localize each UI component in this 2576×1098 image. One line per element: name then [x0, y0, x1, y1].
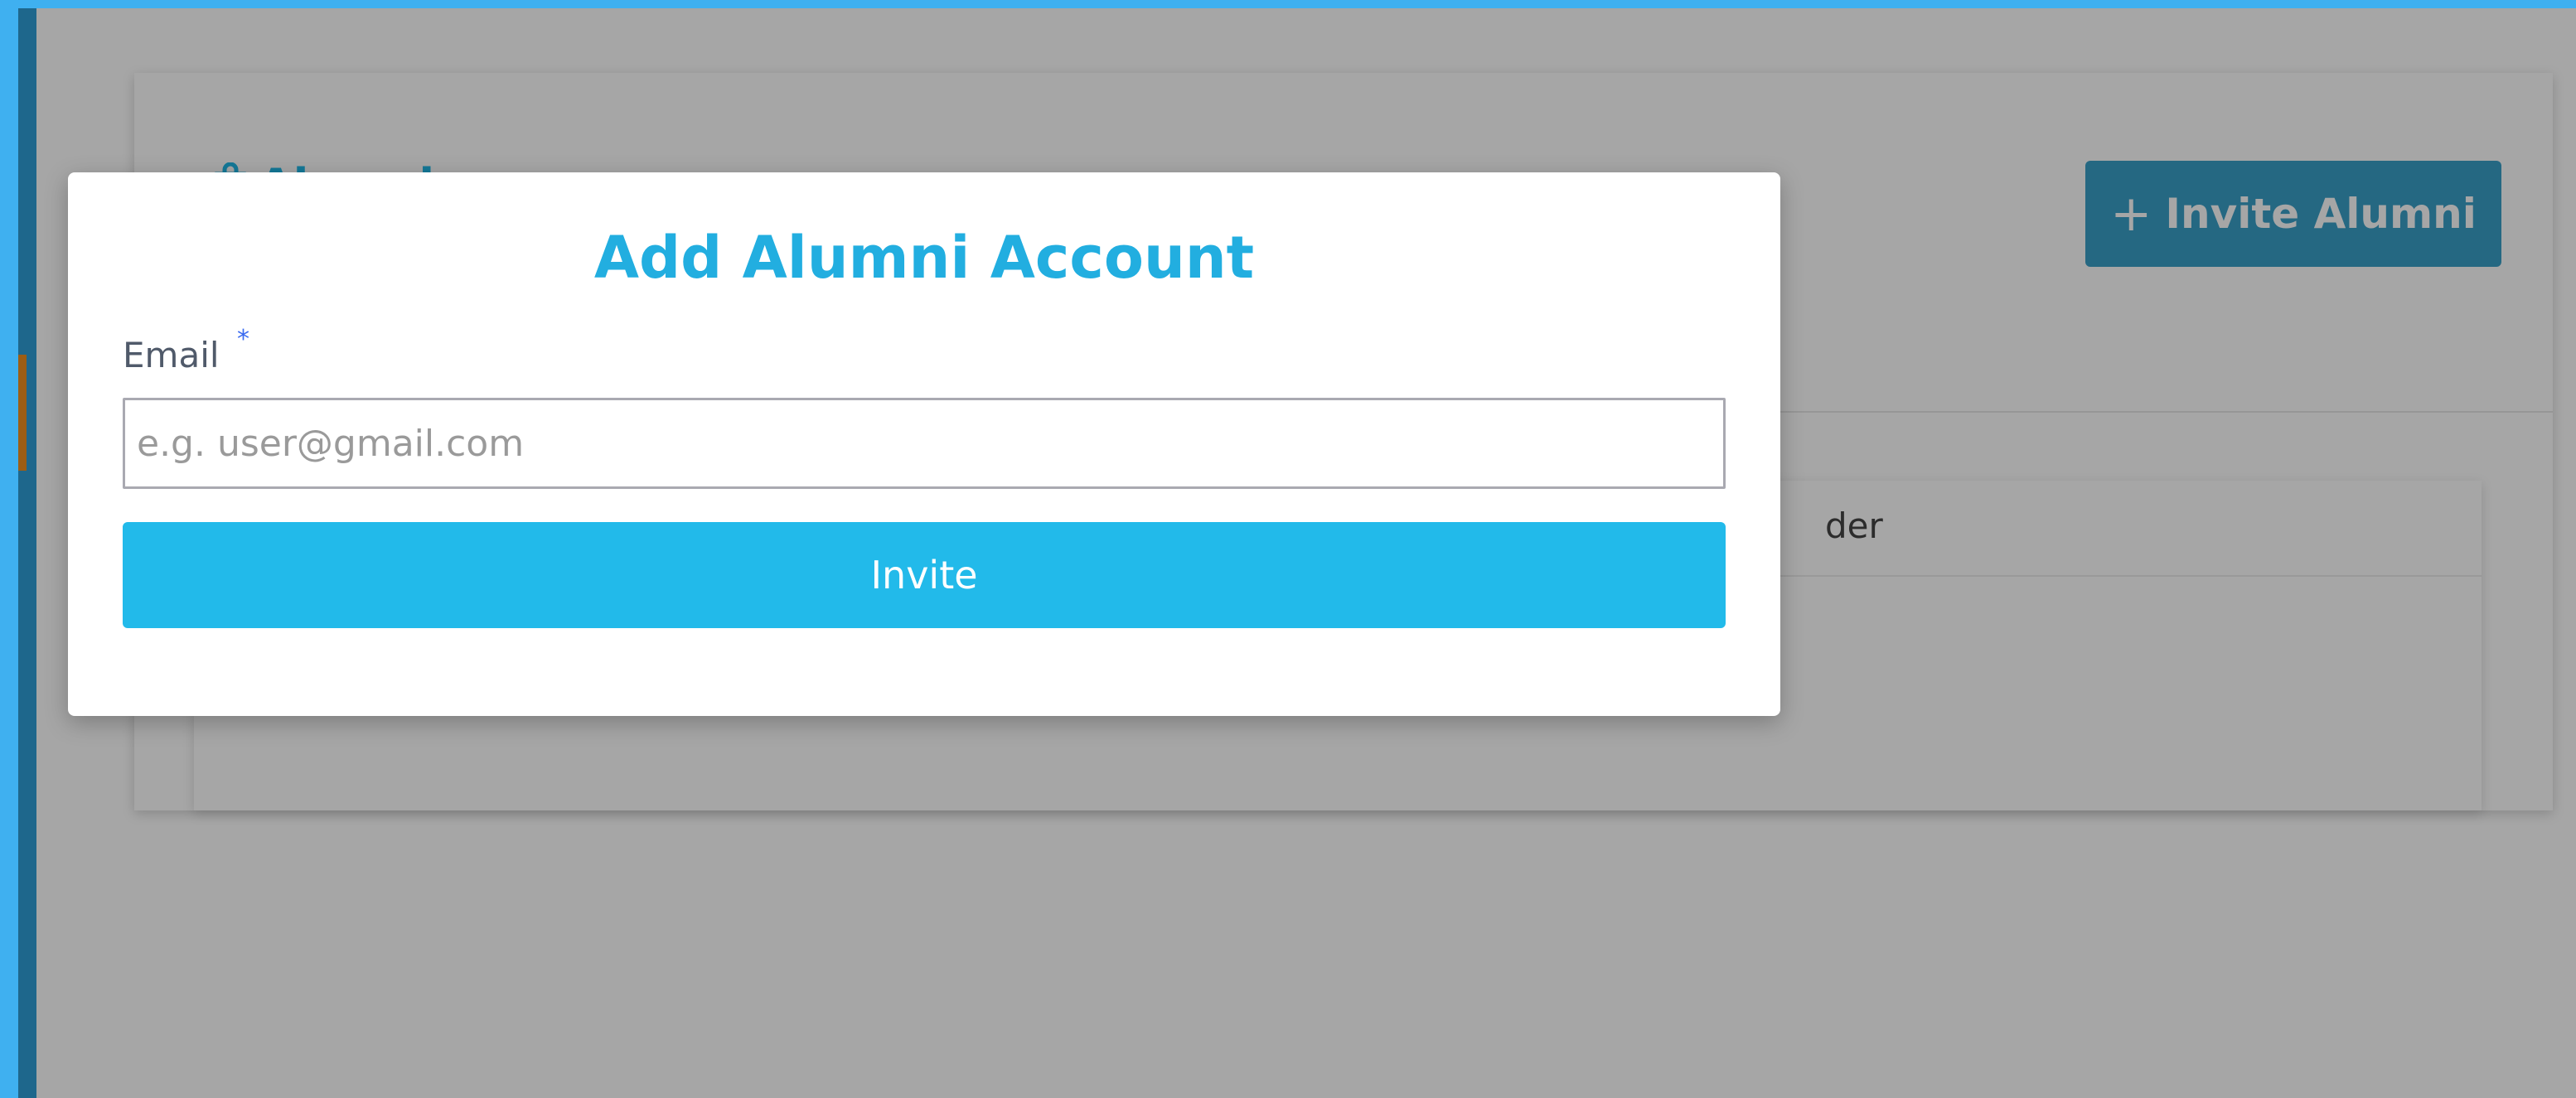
email-label: Email	[123, 335, 220, 375]
required-marker: *	[237, 325, 249, 354]
add-alumni-modal: Add Alumni Account Email * Invite	[68, 172, 1780, 716]
email-input[interactable]	[123, 398, 1726, 489]
invite-button[interactable]: Invite	[123, 522, 1726, 628]
modal-title: Add Alumni Account	[593, 224, 1255, 292]
